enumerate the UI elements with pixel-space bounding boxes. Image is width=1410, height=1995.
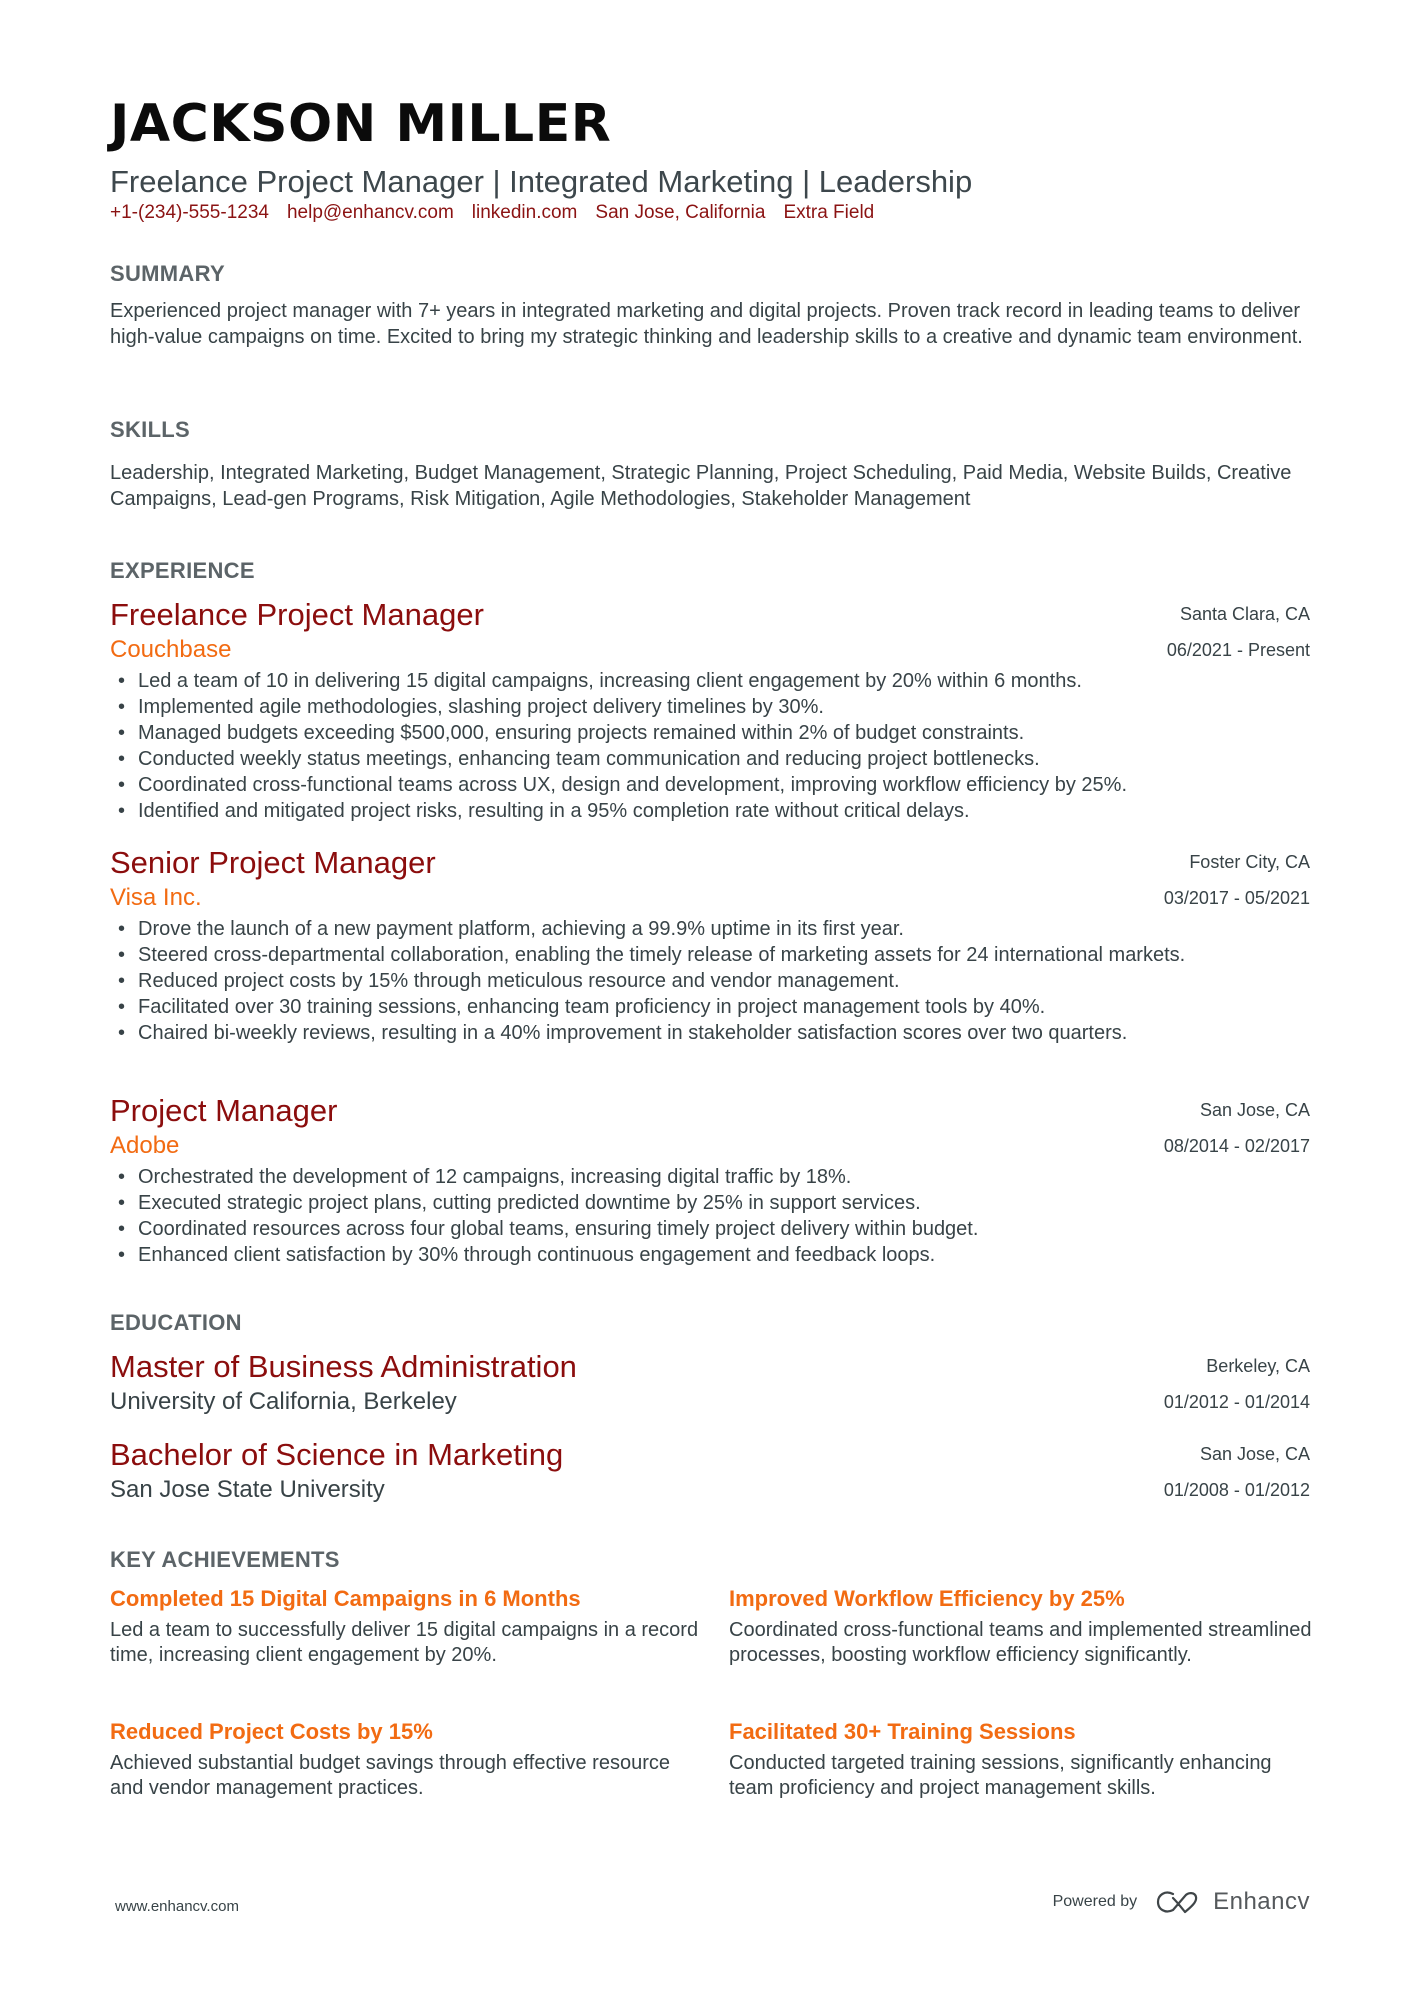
achievement-title: Reduced Project Costs by 15%: [110, 1719, 433, 1744]
skills-heading: SKILLS: [110, 417, 191, 442]
contact-extra-field: Extra Field: [783, 202, 875, 223]
achievement-item: Completed 15 Digital Campaigns in 6 Mont…: [110, 1584, 700, 1668]
company-name: Visa Inc.: [110, 884, 202, 911]
achievement-item: Reduced Project Costs by 15% Achieved su…: [110, 1717, 700, 1801]
bullet-item: Orchestrated the development of 12 campa…: [110, 1164, 1310, 1190]
experience-entry: Project Manager Adobe San Jose, CA 08/20…: [110, 1092, 1310, 1268]
achievement-item: Facilitated 30+ Training Sessions Conduc…: [729, 1717, 1319, 1801]
degree-title: Master of Business Administration: [110, 1349, 577, 1384]
education-entry: Master of Business Administration Univer…: [110, 1348, 1310, 1418]
achievement-item: Improved Workflow Efficiency by 25% Coor…: [729, 1584, 1319, 1668]
achievement-title: Facilitated 30+ Training Sessions: [729, 1719, 1076, 1744]
school-name: University of California, Berkeley: [110, 1388, 457, 1415]
achievement-description: Coordinated cross-functional teams and i…: [729, 1619, 1312, 1666]
powered-by-label: Powered by: [1052, 1893, 1138, 1910]
footer-powered-by: Powered by Enhancv: [1053, 1888, 1310, 1916]
achievement-title: Improved Workflow Efficiency by 25%: [729, 1586, 1125, 1611]
bullet-item: Facilitated over 30 training sessions, e…: [110, 994, 1260, 1020]
bullet-item: Coordinated resources across four global…: [110, 1216, 1310, 1242]
education-entry: Bachelor of Science in Marketing San Jos…: [110, 1436, 1310, 1506]
bullet-item: Identified and mitigated project risks, …: [110, 798, 1310, 824]
candidate-headline: Freelance Project Manager | Integrated M…: [110, 164, 973, 199]
job-title: Freelance Project Manager: [110, 597, 484, 632]
achievement-description: Conducted targeted training sessions, si…: [729, 1752, 1272, 1799]
job-dates: 06/2021 - Present: [1166, 640, 1310, 660]
education-heading: EDUCATION: [110, 1310, 242, 1335]
bullet-item: Executed strategic project plans, cuttin…: [110, 1190, 1310, 1216]
footer-website-link[interactable]: www.enhancv.com: [115, 1898, 239, 1915]
achievements-heading: KEY ACHIEVEMENTS: [110, 1547, 340, 1572]
achievement-description: Led a team to successfully deliver 15 di…: [110, 1619, 699, 1666]
education-meta: Berkeley, CA 01/2012 - 01/2014: [1164, 1348, 1310, 1420]
job-meta: San Jose, CA 08/2014 - 02/2017: [1164, 1092, 1310, 1164]
achievement-description: Achieved substantial budget savings thro…: [110, 1752, 670, 1799]
skills-text: Leadership, Integrated Marketing, Budget…: [110, 462, 1292, 510]
job-bullets: Led a team of 10 in delivering 15 digita…: [110, 668, 1310, 824]
education-meta: San Jose, CA 01/2008 - 01/2012: [1164, 1436, 1310, 1508]
education-location: San Jose, CA: [1199, 1444, 1310, 1464]
experience-heading: EXPERIENCE: [110, 558, 255, 583]
job-dates: 08/2014 - 02/2017: [1163, 1136, 1310, 1156]
bullet-item: Reduced project costs by 15% through met…: [110, 968, 1260, 994]
enhancv-logo-icon: [1156, 1891, 1198, 1914]
education-dates: 01/2012 - 01/2014: [1163, 1392, 1310, 1412]
achievement-title: Completed 15 Digital Campaigns in 6 Mont…: [110, 1586, 581, 1611]
education-location: Berkeley, CA: [1206, 1356, 1310, 1376]
job-location: Foster City, CA: [1189, 852, 1310, 872]
school-name: San Jose State University: [110, 1476, 385, 1503]
contact-linkedin[interactable]: linkedin.com: [472, 202, 578, 225]
summary-text: Experienced project manager with 7+ year…: [110, 300, 1303, 348]
bullet-item: Implemented agile methodologies, slashin…: [110, 694, 1310, 720]
company-name: Couchbase: [110, 636, 232, 663]
contact-location: San Jose, California: [595, 202, 766, 223]
job-meta: Santa Clara, CA 06/2021 - Present: [1167, 596, 1310, 668]
degree-title: Bachelor of Science in Marketing: [110, 1437, 564, 1472]
bullet-item: Chaired bi-weekly reviews, resulting in …: [110, 1020, 1260, 1046]
job-title: Senior Project Manager: [110, 845, 436, 880]
bullet-item: Drove the launch of a new payment platfo…: [110, 916, 1260, 942]
bullet-item: Managed budgets exceeding $500,000, ensu…: [110, 720, 1310, 746]
bullet-item: Led a team of 10 in delivering 15 digita…: [110, 668, 1310, 694]
company-name: Adobe: [110, 1132, 180, 1159]
experience-entry: Senior Project Manager Visa Inc. Foster …: [110, 844, 1310, 1046]
bullet-item: Steered cross-departmental collaboration…: [110, 942, 1260, 968]
education-dates: 01/2008 - 01/2012: [1163, 1480, 1310, 1500]
bullet-item: Coordinated cross-functional teams acros…: [110, 772, 1310, 798]
bullet-item: Enhanced client satisfaction by 30% thro…: [110, 1242, 1310, 1268]
enhancv-brand-name: Enhancv: [1213, 1888, 1310, 1915]
bullet-item: Conducted weekly status meetings, enhanc…: [110, 746, 1310, 772]
contact-bar: +1-(234)-555-1234 help@enhancv.com linke…: [110, 202, 874, 225]
job-title: Project Manager: [110, 1093, 338, 1128]
job-dates: 03/2017 - 05/2021: [1163, 888, 1310, 908]
summary-heading: SUMMARY: [110, 261, 225, 286]
job-location: Santa Clara, CA: [1179, 604, 1310, 624]
experience-entry: Freelance Project Manager Couchbase Sant…: [110, 596, 1310, 824]
candidate-name: JACKSON MILLER: [110, 94, 612, 154]
job-bullets: Orchestrated the development of 12 campa…: [110, 1164, 1310, 1268]
contact-email[interactable]: help@enhancv.com: [287, 202, 454, 225]
job-bullets: Drove the launch of a new payment platfo…: [110, 916, 1260, 1046]
enhancv-brand-link[interactable]: Enhancv: [1155, 1888, 1310, 1916]
job-location: San Jose, CA: [1199, 1100, 1310, 1120]
job-meta: Foster City, CA 03/2017 - 05/2021: [1164, 844, 1310, 916]
contact-phone[interactable]: +1-(234)-555-1234: [110, 202, 269, 225]
